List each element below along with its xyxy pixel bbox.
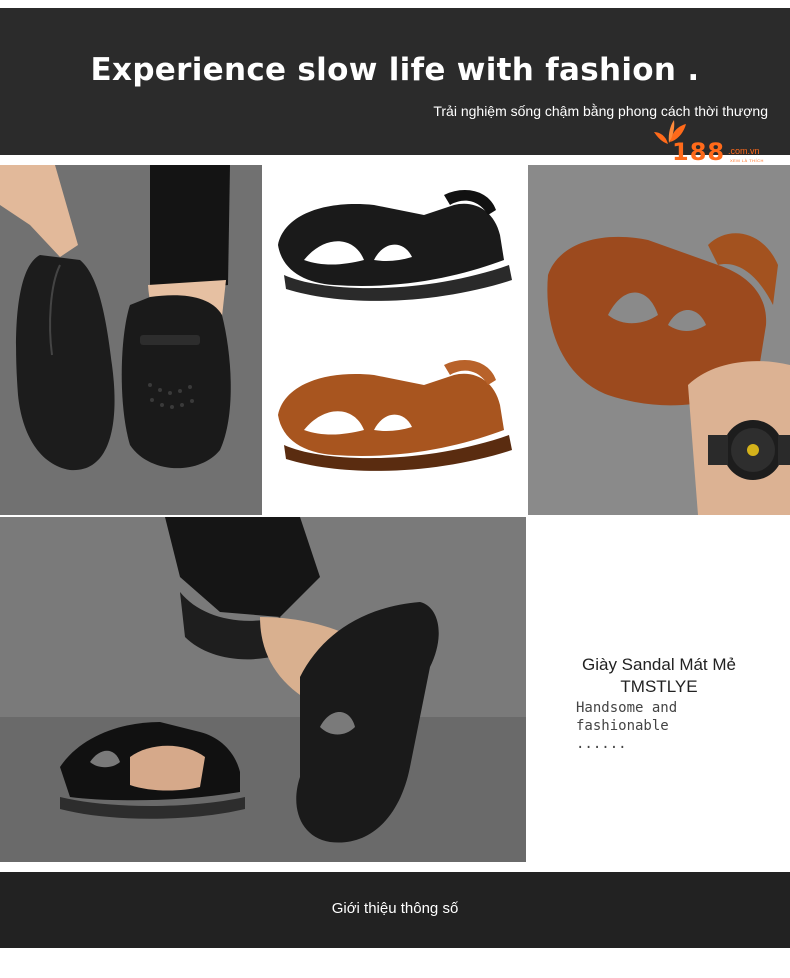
- subheadline: Trải nghiệm sống chậm bằng phong cách th…: [433, 103, 768, 119]
- product-tagline: Handsome and fashionable ......: [576, 700, 678, 752]
- section-title: Giới thiệu thông số: [331, 900, 459, 917]
- logo-number: 188: [672, 138, 726, 166]
- product-photo-brown-worn: [528, 165, 790, 515]
- product-photo-black-worn: [0, 517, 526, 862]
- logo-domain: .com.vn: [728, 146, 760, 156]
- product-name-line2: TMSTLYE: [620, 677, 698, 696]
- product-info: Giày Sandal Mát Mẻ TMSTLYE Handsome and …: [528, 517, 790, 862]
- logo-tagline: XEM LÀ THÍCH: [730, 158, 764, 163]
- product-name-line1: Giày Sandal Mát Mẻ: [581, 655, 736, 674]
- product-photo-two-colors: [264, 165, 526, 515]
- product-photo-black-handheld: [0, 165, 262, 515]
- section-banner: Giới thiệu thông số: [0, 872, 790, 948]
- site-logo[interactable]: 188 .com.vn XEM LÀ THÍCH: [652, 118, 772, 166]
- product-name: Giày Sandal Mát Mẻ TMSTLYE: [528, 654, 790, 698]
- headline: Experience slow life with fashion .: [90, 52, 700, 88]
